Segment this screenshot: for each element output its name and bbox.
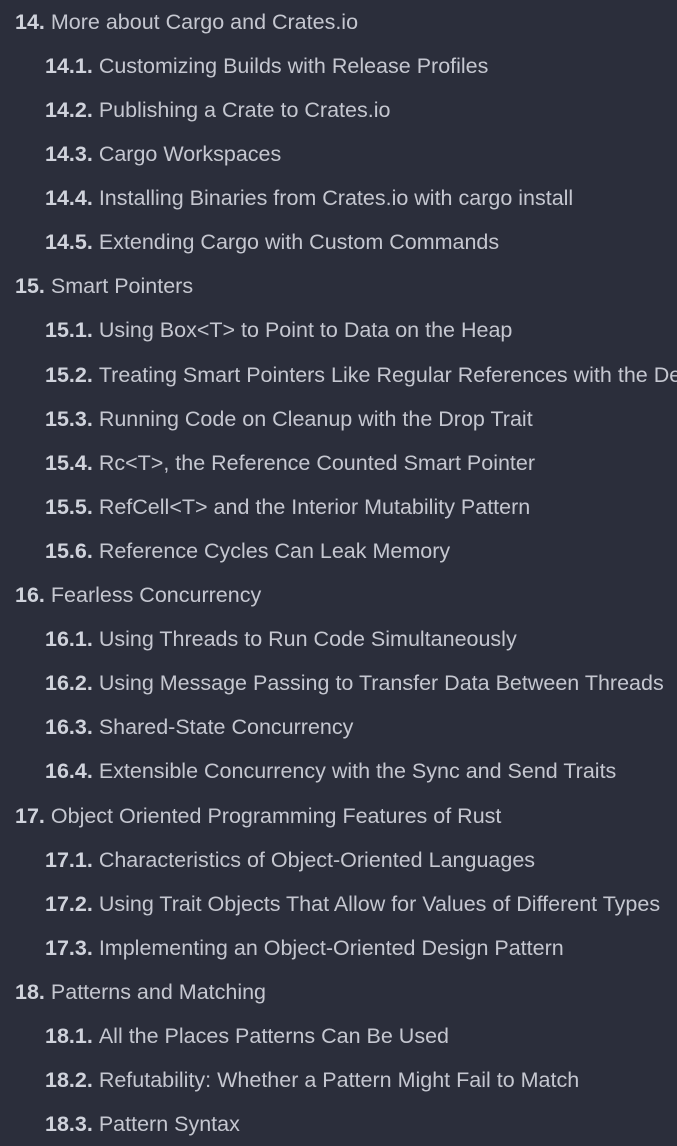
chapter-title: Smart Pointers (50, 274, 194, 298)
section-title: Rc<T>, the Reference Counted Smart Point… (98, 451, 536, 475)
section-number: 15.4. (45, 451, 93, 475)
section-number: 15.1. (45, 318, 93, 342)
toc-section-15-6[interactable]: 15.6. Reference Cycles Can Leak Memory (45, 529, 450, 573)
section-number: 16.1. (45, 627, 93, 651)
section-title: Extensible Concurrency with the Sync and… (98, 759, 617, 783)
section-number: 14.1. (45, 54, 93, 78)
toc-section-16-1[interactable]: 16.1. Using Threads to Run Code Simultane… (45, 617, 517, 661)
section-title: Cargo Workspaces (98, 142, 282, 166)
section-title: Publishing a Crate to Crates.io (98, 98, 391, 122)
chapter-number: 17. (15, 804, 45, 828)
toc-section-16-3[interactable]: 16.3. Shared-State Concurrency (45, 705, 353, 749)
section-number: 18.3. (45, 1112, 93, 1136)
table-of-contents: 14. More about Cargo and Crates.io 14.1. C… (0, 0, 677, 1146)
toc-chapter-17[interactable]: 17. Object Oriented Programming Features … (15, 794, 501, 838)
section-number: 15.5. (45, 495, 93, 519)
toc-chapter-18[interactable]: 18. Patterns and Matching (15, 970, 266, 1014)
section-number: 17.1. (45, 848, 93, 872)
section-title: Using Box<T> to Point to Data on the Hea… (98, 318, 513, 342)
section-title: Treating Smart Pointers Like Regular Ref… (98, 363, 677, 387)
toc-section-18-1[interactable]: 18.1. All the Places Patterns Can Be Used (45, 1014, 449, 1058)
toc-chapter-15[interactable]: 15. Smart Pointers (15, 264, 193, 308)
chapter-title: Patterns and Matching (50, 980, 267, 1004)
section-title: Extending Cargo with Custom Commands (98, 230, 500, 254)
section-title: Refutability: Whether a Pattern Might Fa… (98, 1068, 580, 1092)
toc-section-16-2[interactable]: 16.2. Using Message Passing to Transfer D… (45, 661, 664, 705)
toc-section-17-1[interactable]: 17.1. Characteristics of Object-Oriented … (45, 838, 535, 882)
section-number: 18.1. (45, 1024, 93, 1048)
section-title: Using Trait Objects That Allow for Value… (98, 892, 661, 916)
toc-section-15-5[interactable]: 15.5. RefCell<T> and the Interior Mutabil… (45, 485, 530, 529)
section-title: All the Places Patterns Can Be Used (98, 1024, 449, 1048)
section-title: Implementing an Object-Oriented Design P… (98, 936, 564, 960)
toc-section-18-3[interactable]: 18.3. Pattern Syntax (45, 1102, 240, 1146)
chapter-number: 18. (15, 980, 45, 1004)
toc-section-14-1[interactable]: 14.1. Customizing Builds with Release Pro… (45, 44, 488, 88)
section-title: Using Message Passing to Transfer Data B… (98, 671, 664, 695)
chapter-number: 14. (15, 10, 45, 34)
section-title: Shared-State Concurrency (98, 715, 354, 739)
section-title: RefCell<T> and the Interior Mutability P… (98, 495, 531, 519)
toc-chapter-16[interactable]: 16. Fearless Concurrency (15, 573, 261, 617)
section-number: 14.4. (45, 186, 93, 210)
section-title: Pattern Syntax (98, 1112, 240, 1136)
section-number: 17.3. (45, 936, 93, 960)
toc-chapter-14[interactable]: 14. More about Cargo and Crates.io (15, 0, 358, 44)
section-number: 15.2. (45, 363, 93, 387)
toc-section-14-2[interactable]: 14.2. Publishing a Crate to Crates.io (45, 88, 390, 132)
section-title: Reference Cycles Can Leak Memory (98, 539, 451, 563)
section-title: Customizing Builds with Release Profiles (98, 54, 489, 78)
section-number: 15.6. (45, 539, 93, 563)
section-number: 14.2. (45, 98, 93, 122)
toc-section-14-3[interactable]: 14.3. Cargo Workspaces (45, 132, 281, 176)
chapter-title: Fearless Concurrency (50, 583, 262, 607)
chapter-number: 16. (15, 583, 45, 607)
section-title: Installing Binaries from Crates.io with … (98, 186, 574, 210)
toc-section-15-4[interactable]: 15.4. Rc<T>, the Reference Counted Smart … (45, 441, 535, 485)
toc-section-17-2[interactable]: 17.2. Using Trait Objects That Allow for … (45, 882, 660, 926)
section-number: 16.4. (45, 759, 93, 783)
chapter-title: Object Oriented Programming Features of … (50, 804, 502, 828)
toc-section-15-2[interactable]: 15.2. Treating Smart Pointers Like Regula… (45, 353, 677, 397)
toc-section-14-5[interactable]: 14.5. Extending Cargo with Custom Command… (45, 220, 499, 264)
section-title: Using Threads to Run Code Simultaneously (98, 627, 517, 651)
toc-section-16-4[interactable]: 16.4. Extensible Concurrency with the Syn… (45, 749, 616, 793)
chapter-title: More about Cargo and Crates.io (50, 10, 359, 34)
section-number: 14.3. (45, 142, 93, 166)
toc-section-15-3[interactable]: 15.3. Running Code on Cleanup with the Dr… (45, 397, 533, 441)
toc-section-14-4[interactable]: 14.4. Installing Binaries from Crates.io … (45, 176, 573, 220)
chapter-number: 15. (15, 274, 45, 298)
toc-section-17-3[interactable]: 17.3. Implementing an Object-Oriented Des… (45, 926, 564, 970)
section-number: 18.2. (45, 1068, 93, 1092)
section-title: Characteristics of Object-Oriented Langu… (98, 848, 536, 872)
toc-section-18-2[interactable]: 18.2. Refutability: Whether a Pattern Mig… (45, 1058, 579, 1102)
toc-section-15-1[interactable]: 15.1. Using Box<T> to Point to Data on th… (45, 308, 512, 352)
section-number: 15.3. (45, 407, 93, 431)
section-number: 16.3. (45, 715, 93, 739)
section-title: Running Code on Cleanup with the Drop Tr… (98, 407, 533, 431)
section-number: 14.5. (45, 230, 93, 254)
section-number: 17.2. (45, 892, 93, 916)
section-number: 16.2. (45, 671, 93, 695)
